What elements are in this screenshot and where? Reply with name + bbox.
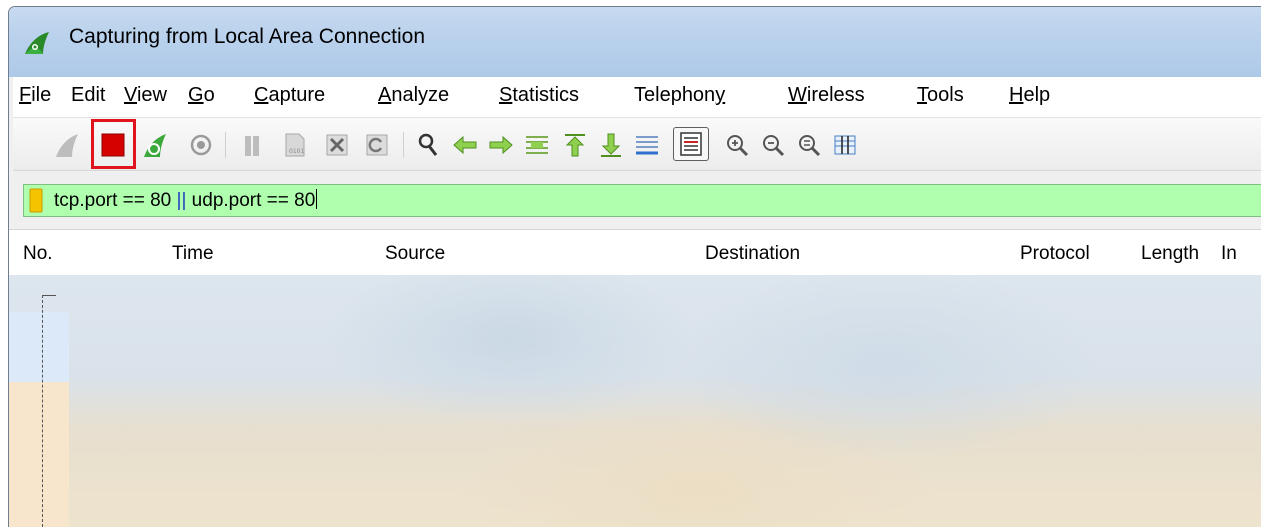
menu-wireless-mnemonic: W <box>788 84 807 106</box>
packet-tree-guide <box>42 295 57 527</box>
start-capture-icon[interactable] <box>53 131 81 159</box>
menu-file-mnemonic: F <box>19 84 32 106</box>
filter-expression-part1: tcp.port == 80 <box>54 190 177 211</box>
menu-capture-mnemonic: C <box>254 84 269 106</box>
wireshark-logo-icon <box>23 30 51 56</box>
open-file-icon[interactable] <box>239 131 267 159</box>
column-header-protocol[interactable]: Protocol <box>1020 243 1090 265</box>
packet-list[interactable] <box>9 275 1261 527</box>
menu-telephony-label: Telephon <box>634 84 716 106</box>
toolbar-separator <box>403 132 404 158</box>
menu-capture[interactable]: Capture <box>254 84 325 107</box>
column-header-source[interactable]: Source <box>385 243 445 265</box>
packet-list-header: No. Time Source Destination Protocol Len… <box>9 229 1261 276</box>
window-title: Capturing from Local Area Connection <box>69 25 426 48</box>
menu-view-mnemonic: V <box>124 84 137 106</box>
go-to-packet-icon[interactable] <box>523 131 551 159</box>
svg-text:0101: 0101 <box>289 148 304 155</box>
menu-help[interactable]: Help <box>1009 84 1050 107</box>
menu-help-label: elp <box>1023 84 1051 106</box>
main-toolbar: 0101 <box>13 118 1261 171</box>
menu-tools-label: ools <box>927 84 964 106</box>
column-header-length[interactable]: Length <box>1141 243 1199 265</box>
menu-file[interactable]: File <box>19 84 51 107</box>
menu-edit-label: Edit <box>71 84 106 106</box>
resize-columns-icon[interactable] <box>831 131 859 159</box>
toolbar-separator <box>225 132 226 158</box>
packet-row[interactable] <box>9 382 69 527</box>
filter-bookmark-icon[interactable] <box>29 188 43 213</box>
filter-expression-part2: udp.port == 80 <box>186 190 316 211</box>
menu-wireless[interactable]: Wireless <box>788 84 865 107</box>
zoom-in-icon[interactable] <box>723 131 751 159</box>
menu-help-mnemonic: H <box>1009 84 1024 106</box>
column-header-destination[interactable]: Destination <box>705 243 800 265</box>
title-bar[interactable]: Capturing from Local Area Connection <box>9 7 1261 77</box>
text-cursor <box>316 189 318 209</box>
menu-edit[interactable]: Edit <box>71 84 105 107</box>
menu-analyze[interactable]: Analyze <box>378 84 449 107</box>
menu-telephony[interactable]: Telephony <box>634 84 725 107</box>
menu-tools-mnemonic: T <box>917 84 927 106</box>
menu-analyze-mnemonic: A <box>378 84 392 106</box>
zoom-out-icon[interactable] <box>759 131 787 159</box>
filter-text: tcp.port == 80 || udp.port == 80 <box>54 189 318 212</box>
stop-capture-icon[interactable] <box>99 131 127 159</box>
menu-wireless-label: ireless <box>806 84 865 106</box>
menu-statistics-mnemonic: S <box>499 84 513 106</box>
restart-capture-icon[interactable] <box>141 131 169 159</box>
save-file-icon[interactable]: 0101 <box>281 131 309 159</box>
display-filter-input[interactable]: tcp.port == 80 || udp.port == 80 <box>23 184 1261 217</box>
menu-view-label: iew <box>136 84 167 106</box>
column-header-time[interactable]: Time <box>172 243 214 265</box>
selected-packet-row[interactable] <box>9 312 69 382</box>
menu-view[interactable]: View <box>124 84 167 107</box>
menu-statistics[interactable]: Statistics <box>499 84 579 107</box>
menu-bar: File Edit View Go Capture Analyze Statis… <box>13 77 1261 118</box>
reload-file-icon[interactable] <box>363 131 391 159</box>
close-file-icon[interactable] <box>323 131 351 159</box>
wireshark-window: Capturing from Local Area Connection Fil… <box>8 6 1261 527</box>
menu-go[interactable]: Go <box>188 84 215 107</box>
find-packet-icon[interactable] <box>415 131 443 159</box>
go-forward-icon[interactable] <box>487 131 515 159</box>
go-first-packet-icon[interactable] <box>561 131 589 159</box>
menu-capture-label: apture <box>268 84 326 106</box>
auto-scroll-icon[interactable] <box>633 131 661 159</box>
filter-or-operator: || <box>176 190 187 211</box>
menu-file-label: ile <box>31 84 52 106</box>
normal-size-icon[interactable] <box>795 131 823 159</box>
menu-statistics-label: tatistics <box>512 84 580 106</box>
column-header-no[interactable]: No. <box>23 243 53 265</box>
column-header-info[interactable]: In <box>1221 243 1237 265</box>
menu-go-label: o <box>203 84 215 106</box>
menu-analyze-label: nalyze <box>391 84 450 106</box>
menu-telephony-mnemonic: y <box>715 84 726 106</box>
go-back-icon[interactable] <box>451 131 479 159</box>
menu-go-mnemonic: G <box>188 84 204 106</box>
go-last-packet-icon[interactable] <box>597 131 625 159</box>
menu-tools[interactable]: Tools <box>917 84 964 107</box>
capture-options-icon[interactable] <box>187 131 215 159</box>
colorize-icon[interactable] <box>673 127 709 161</box>
display-filter-bar: tcp.port == 80 || udp.port == 80 <box>13 172 1261 222</box>
